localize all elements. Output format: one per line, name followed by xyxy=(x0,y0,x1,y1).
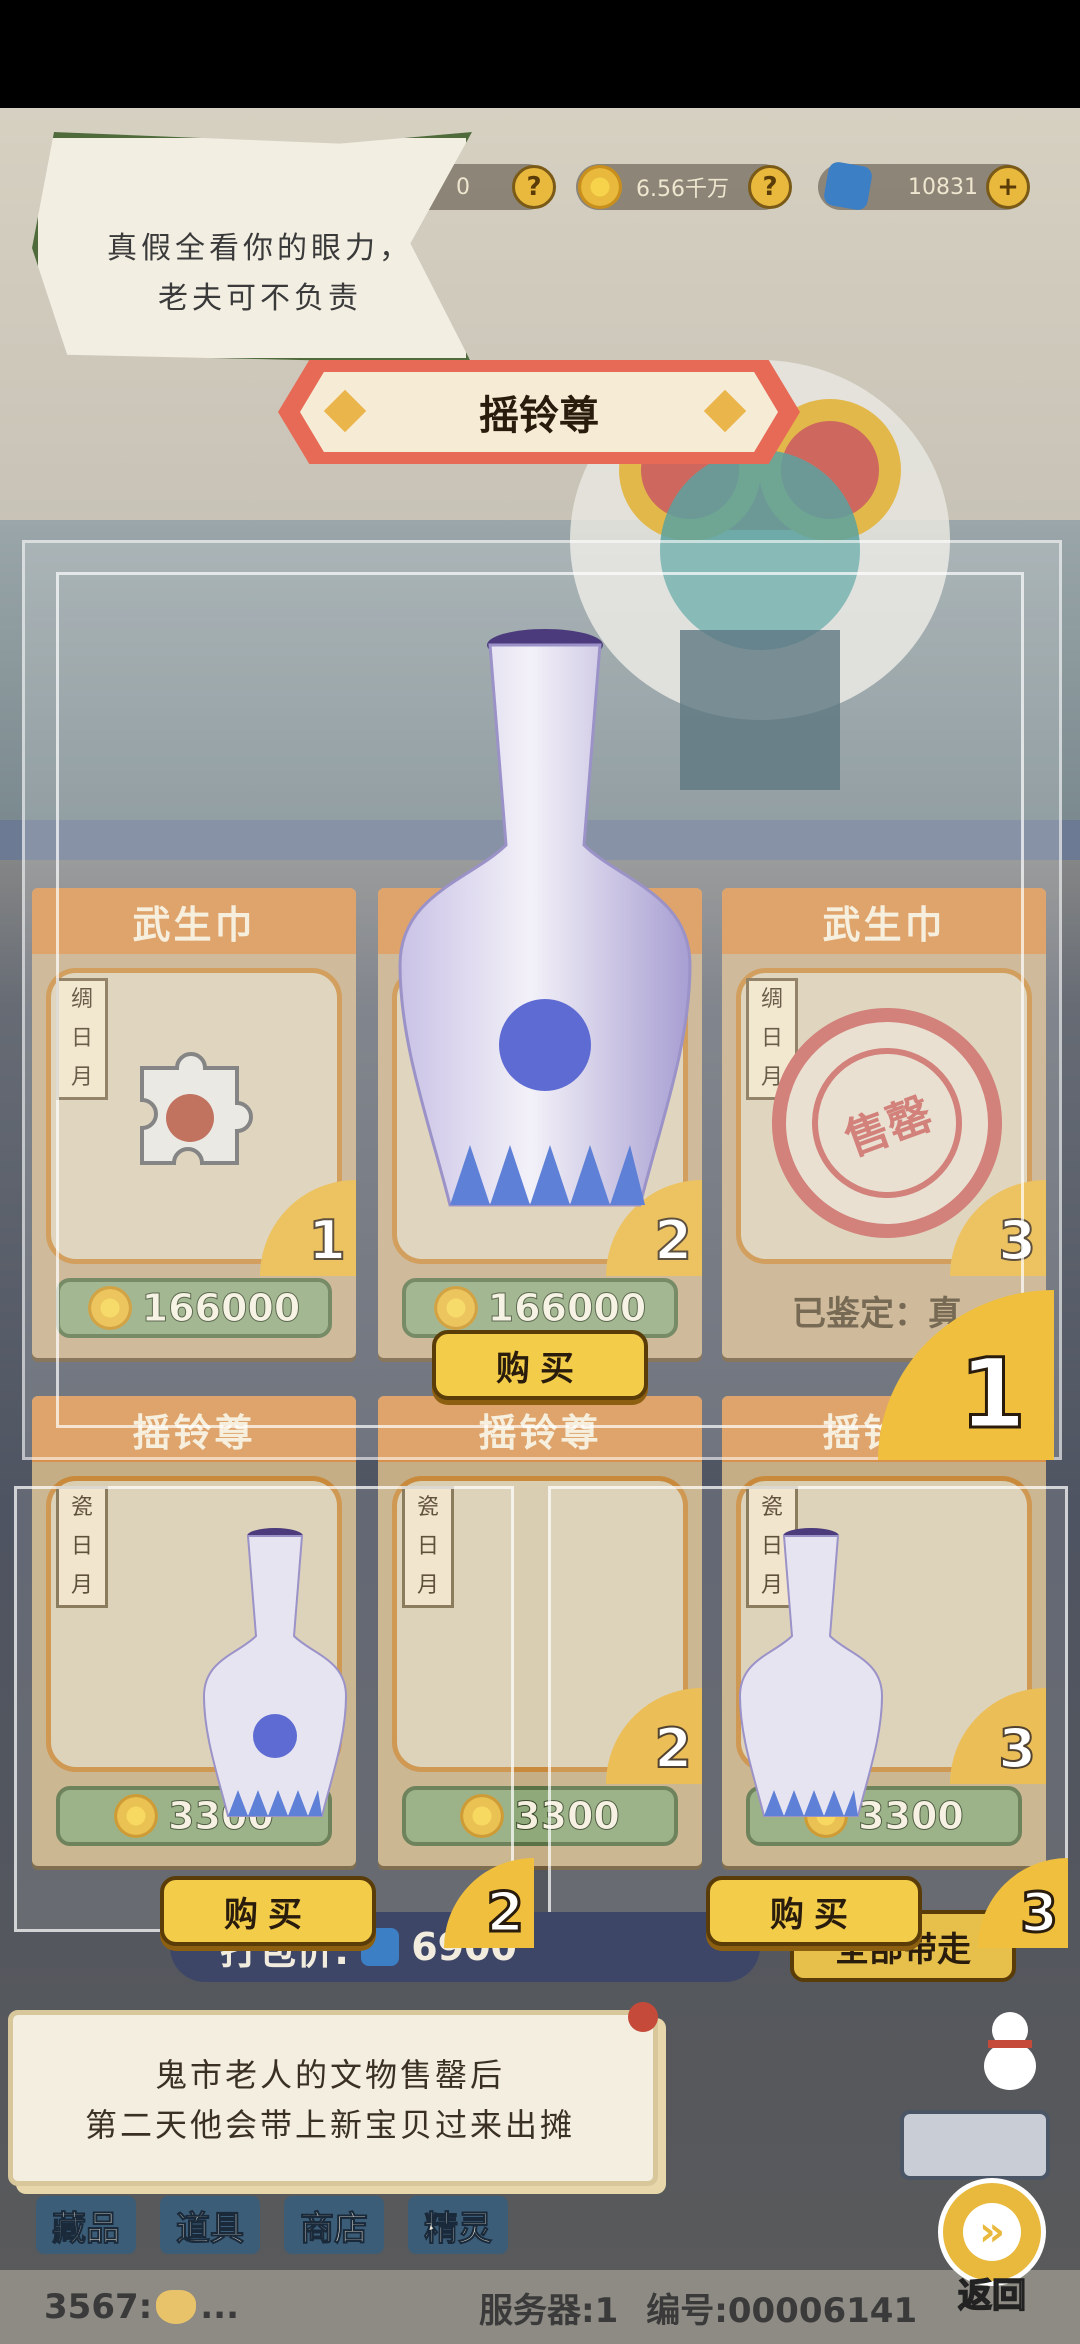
back-button-label: 返回 xyxy=(957,2275,1027,2317)
vase-small-icon xyxy=(736,1526,886,1820)
gem-icon xyxy=(822,160,874,212)
buy-button-main[interactable]: 购买 xyxy=(432,1330,648,1400)
cat-avatar-icon xyxy=(156,2290,197,2324)
player-id: 3567: xyxy=(44,2287,153,2327)
vase-small-icon xyxy=(200,1526,350,1820)
server-label: 服务器:1 xyxy=(478,2290,619,2331)
resource-1-help-button[interactable]: ? xyxy=(512,165,556,209)
status-bar xyxy=(0,0,1080,108)
footer-bar: 3567: ... 服务器:1 编号:00006141 xyxy=(0,2270,1080,2344)
player-name: ... xyxy=(200,2287,239,2327)
double-chevron-right-icon: » xyxy=(963,2203,1021,2261)
bus-icon[interactable] xyxy=(900,2110,1050,2180)
tip-line-2: 第二天他会带上新宝贝过来出摊 xyxy=(84,2106,575,2144)
tab-spirit[interactable]: 精灵 xyxy=(408,2196,508,2254)
tip-line-1: 鬼市老人的文物售罄后 xyxy=(154,2056,505,2094)
buy-button-choice-3[interactable]: 购买 xyxy=(706,1876,922,1946)
snowman-icon xyxy=(980,2012,1040,2092)
item-title: 摇铃尊 xyxy=(479,393,599,439)
buy-button-choice-2[interactable]: 购买 xyxy=(160,1876,376,1946)
tip-text: 鬼市老人的文物售罄后 第二天他会带上新宝贝过来出摊 xyxy=(30,2050,630,2150)
pin-icon xyxy=(628,2002,658,2032)
coin-icon xyxy=(578,165,622,209)
add-gems-button[interactable]: + xyxy=(986,165,1030,209)
tab-items[interactable]: 道具 xyxy=(160,2196,260,2254)
coin-help-button[interactable]: ? xyxy=(748,165,792,209)
npc-speech-text: 真假全看你的眼力，老夫可不负责 xyxy=(107,231,413,316)
tab-collection[interactable]: 藏品 xyxy=(36,2196,136,2254)
tab-shop[interactable]: 商店 xyxy=(284,2196,384,2254)
player-number: 编号:00006141 xyxy=(646,2290,918,2331)
vase-large-icon xyxy=(390,625,700,1215)
